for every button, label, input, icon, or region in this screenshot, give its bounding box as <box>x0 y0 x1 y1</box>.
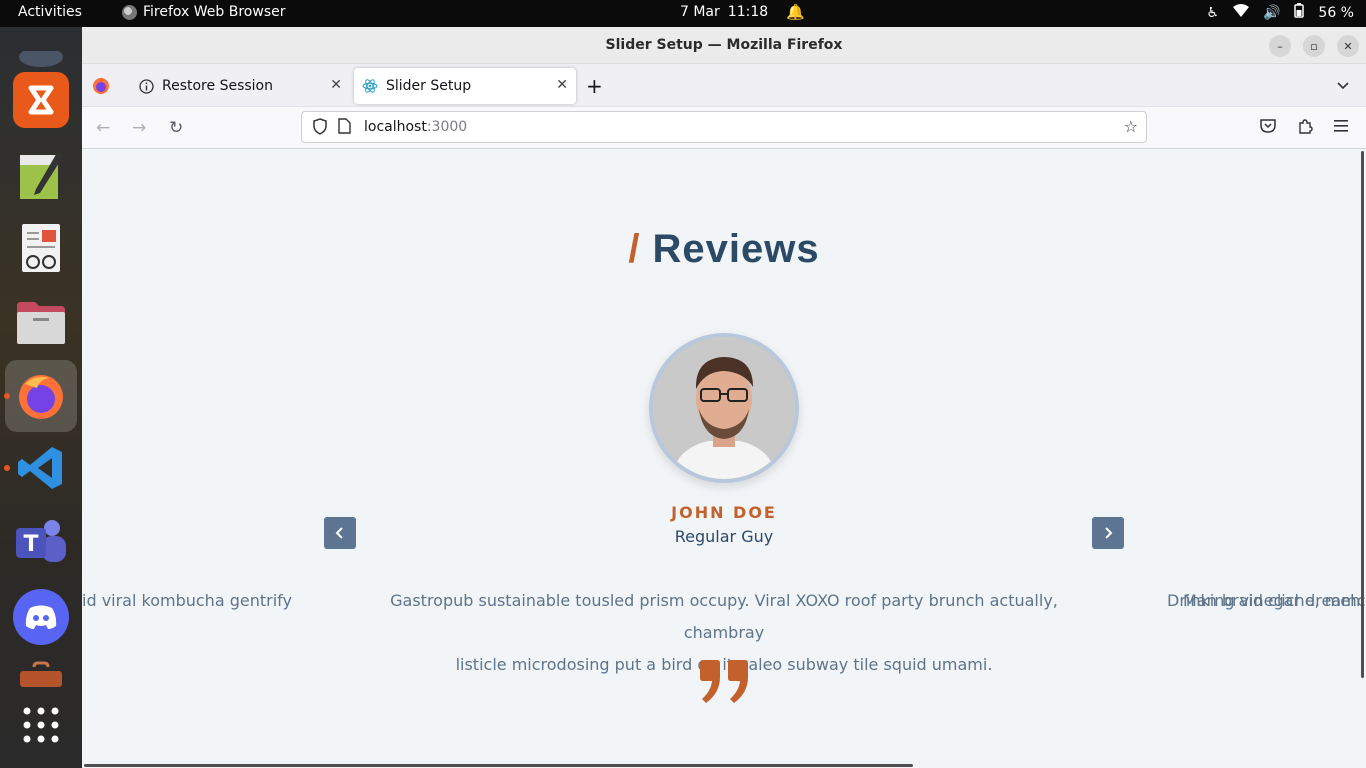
firefox-small-icon <box>122 4 137 20</box>
next-slide-text-peek: Drinking vinegar dreamcatcher Man braid … <box>1167 585 1366 617</box>
url-host: localhost <box>364 119 427 135</box>
running-indicator <box>4 465 10 471</box>
tab-restore-session[interactable]: Restore Session ✕ <box>126 68 350 104</box>
vscode-icon[interactable] <box>13 440 69 496</box>
navigation-toolbar: ← → ↻ localhost:3000 ☆ <box>82 107 1366 149</box>
horizontal-scrollbar[interactable] <box>84 764 913 767</box>
xampp-icon[interactable] <box>13 72 69 128</box>
reviewer-avatar <box>649 333 799 483</box>
firefox-view-button[interactable] <box>92 68 118 104</box>
chevron-right-icon <box>1105 527 1113 539</box>
firefox-window: Slider Setup — Mozilla Firefox – ▫ ✕ Res… <box>82 27 1366 768</box>
review-line-1: Gastropub sustainable tousled prism occu… <box>390 591 1058 642</box>
tab-label: Slider Setup <box>386 78 472 94</box>
prev-slide-text-peek: id viral kombucha gentrify <box>82 591 292 610</box>
back-arrow-icon[interactable]: ← <box>96 118 110 138</box>
minimize-button[interactable]: – <box>1269 35 1291 57</box>
tab-label: Restore Session <box>162 78 273 94</box>
document-viewer-icon[interactable] <box>13 220 69 276</box>
toolbox-icon[interactable] <box>13 661 69 687</box>
chevron-left-icon <box>335 527 343 539</box>
hamburger-menu-icon[interactable] <box>1333 118 1349 138</box>
maximize-button[interactable]: ▫ <box>1303 35 1325 57</box>
close-window-button[interactable]: ✕ <box>1337 35 1359 57</box>
info-icon <box>138 78 154 94</box>
teams-icon[interactable]: T <box>13 514 69 570</box>
show-apps-grid-icon[interactable] <box>13 697 69 753</box>
pocket-icon[interactable] <box>1260 118 1276 138</box>
page-content: / Reviews JOHN DOE Regular Guy id viral k <box>82 149 1366 768</box>
page-info-icon[interactable] <box>338 118 351 138</box>
date: 7 Mar <box>680 4 720 20</box>
tab-slider-setup[interactable]: Slider Setup ✕ <box>354 68 576 104</box>
window-title: Slider Setup — Mozilla Firefox <box>605 37 843 53</box>
tracking-shield-icon[interactable] <box>312 118 328 139</box>
quote-icon <box>698 659 750 709</box>
accessibility-icon[interactable]: ♿ <box>1206 5 1219 21</box>
files-icon[interactable] <box>13 295 69 351</box>
forward-arrow-icon[interactable]: → <box>132 118 146 138</box>
url-bar[interactable]: localhost:3000 ☆ <box>301 111 1147 143</box>
reviewer-job: Regular Guy <box>674 527 774 546</box>
system-top-bar: Activities Firefox Web Browser 7 Mar 11:… <box>0 0 1366 27</box>
volume-icon: 🔊 <box>1262 4 1281 21</box>
time: 11:18 <box>727 4 769 20</box>
firefox-icon[interactable] <box>13 368 69 424</box>
reload-icon[interactable]: ↻ <box>169 118 183 138</box>
tab-bar: Restore Session ✕ Slider Setup ✕ + <box>82 64 1366 107</box>
window-titlebar[interactable]: Slider Setup — Mozilla Firefox – ▫ ✕ <box>82 27 1366 64</box>
url-port: :3000 <box>426 119 468 135</box>
new-tab-button[interactable]: + <box>586 68 610 104</box>
battery-icon <box>1294 3 1305 22</box>
vertical-scrollbar[interactable] <box>1361 151 1364 678</box>
wifi-icon <box>1232 3 1249 22</box>
battery-percent: 56 % <box>1318 4 1354 21</box>
bookmark-star-icon[interactable]: ☆ <box>1124 117 1138 136</box>
list-all-tabs-chevron-icon[interactable] <box>1336 68 1356 104</box>
heading-slash: / <box>628 227 641 271</box>
notepadqq-icon[interactable] <box>13 147 69 203</box>
dock: T <box>0 27 82 768</box>
app-name: Firefox Web Browser <box>143 4 286 20</box>
notification-bell-icon[interactable]: 🔔 <box>786 3 805 21</box>
react-icon <box>362 78 378 94</box>
reviewer-name: JOHN DOE <box>671 503 777 522</box>
extensions-puzzle-icon[interactable] <box>1297 118 1313 139</box>
next-slide-button[interactable] <box>1092 517 1124 549</box>
prev-slide-button[interactable] <box>324 517 356 549</box>
close-tab-icon[interactable]: ✕ <box>330 77 342 93</box>
next-slide-text-b: Man braid cliche, meh woodstock <box>1183 591 1366 610</box>
svg-text:T: T <box>23 532 38 557</box>
app-menu[interactable]: Firefox Web Browser <box>122 4 286 20</box>
running-indicator <box>4 393 10 399</box>
url-text[interactable]: localhost:3000 <box>364 119 467 135</box>
clock[interactable]: 7 Mar 11:18 <box>680 4 768 20</box>
close-tab-icon[interactable]: ✕ <box>556 77 568 93</box>
heading-text: Reviews <box>652 227 820 271</box>
activities-button[interactable]: Activities <box>18 4 82 20</box>
section-heading: / Reviews <box>82 227 1366 272</box>
discord-icon[interactable] <box>13 589 69 645</box>
system-tray[interactable]: ♿ 🔊 56 % <box>1206 3 1354 22</box>
